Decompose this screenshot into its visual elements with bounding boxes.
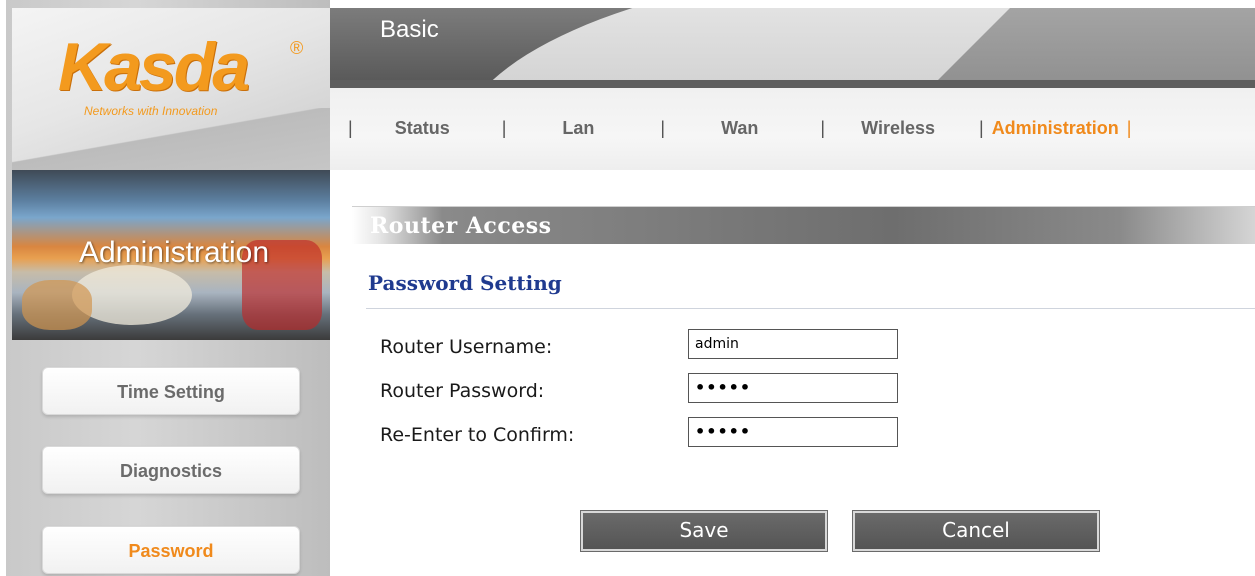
header: Basic | Status | Lan | Wan | Wireless | … [330,8,1255,170]
password-setting-heading: Password Setting [368,271,562,295]
nav-bar: | Status | Lan | Wan | Wireless | Admini… [348,108,1131,148]
logo-area: Kasda ® Networks with Innovation [12,8,336,170]
confirm-password-label: Re-Enter to Confirm: [380,424,575,446]
section-header-title: Router Access [370,213,552,239]
nav-separator: | [348,117,353,138]
nav-tab-wan[interactable]: Wan [721,118,758,139]
password-label: Router Password: [380,380,545,402]
nav-separator: | [820,117,826,138]
main-content: Router Access Password Setting Router Us… [330,170,1255,576]
username-input[interactable] [688,329,898,359]
top-navigation: | Status | Lan | Wan | Wireless | Admini… [330,80,1255,170]
nav-tab-lan[interactable]: Lan [562,118,594,139]
section-banner: Administration [12,170,336,340]
header-banner: Basic [330,8,1255,108]
nav-tab-administration[interactable]: Administration [992,118,1119,139]
nav-separator: | [979,117,984,138]
brand-logo: Kasda [58,29,250,105]
brand-tagline: Networks with Innovation [84,104,218,118]
nav-separator: | [660,117,666,138]
sidebar-item-diagnostics[interactable]: Diagnostics [42,446,300,494]
password-input[interactable]: ••••• [688,373,898,403]
username-label: Router Username: [380,336,553,358]
section-title: Administration [78,236,270,269]
section-header-bar: Router Access [352,206,1255,244]
nav-separator: | [1126,117,1132,138]
confirm-password-input[interactable]: ••••• [688,417,898,447]
basic-label: Basic [380,16,439,43]
cancel-button[interactable]: Cancel [852,510,1100,552]
banner-decoration [22,280,92,330]
nav-tab-wireless[interactable]: Wireless [861,118,935,139]
sidebar-item-time-setting[interactable]: Time Setting [42,367,300,415]
nav-tab-status[interactable]: Status [395,118,450,139]
heading-divider [366,308,1255,309]
nav-separator: | [501,117,507,138]
left-column: Kasda ® Networks with Innovation Adminis… [0,0,336,576]
sidebar-item-password[interactable]: Password [42,526,300,574]
save-button[interactable]: Save [580,510,828,552]
registered-mark: ® [290,38,304,58]
